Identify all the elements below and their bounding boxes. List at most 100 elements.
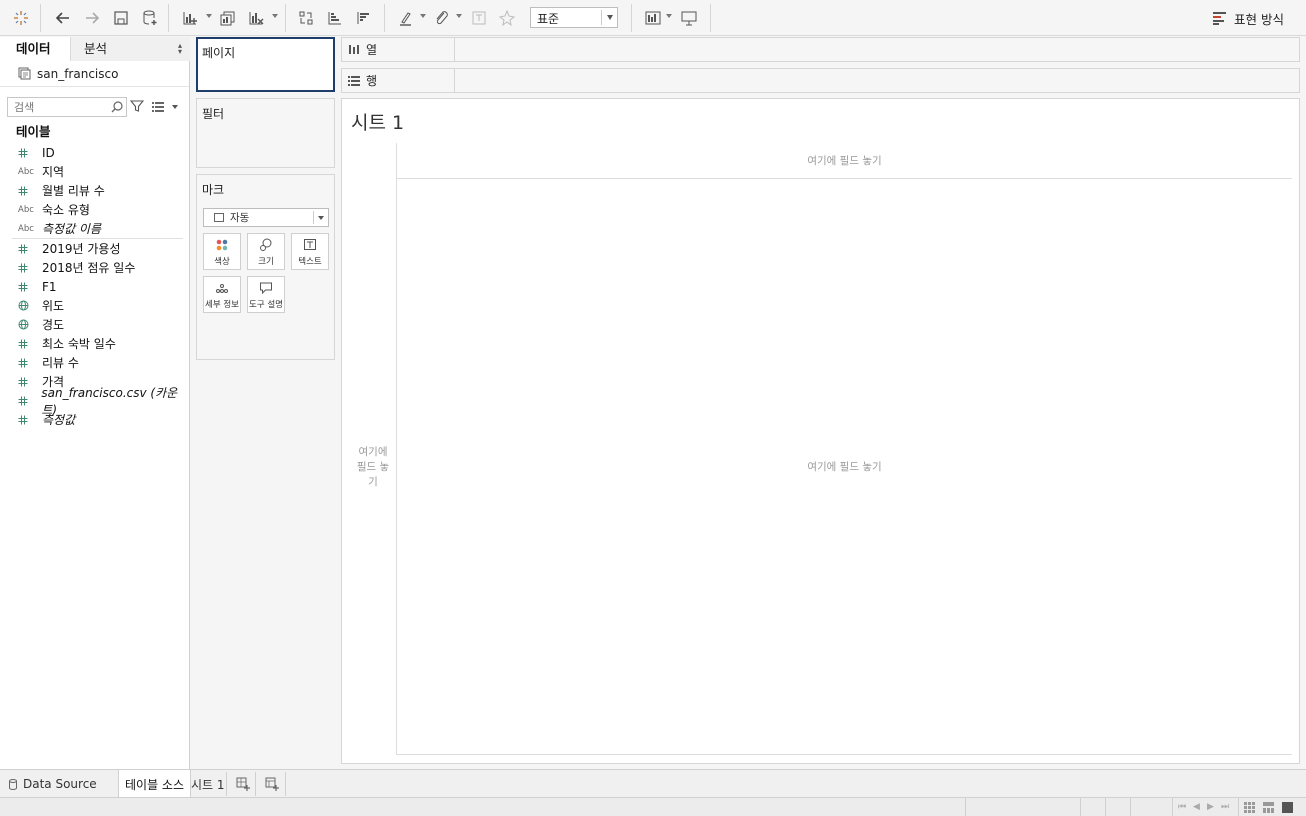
number-type-icon <box>0 148 42 158</box>
pages-shelf[interactable]: 페이지 <box>196 37 335 92</box>
tables-header: 테이블 <box>16 124 51 139</box>
filter-icon[interactable] <box>130 99 144 113</box>
tab-data[interactable]: 데이터 <box>0 37 70 61</box>
color-label: 색상 <box>214 257 230 267</box>
new-worksheet-icon <box>236 777 250 791</box>
redo-icon[interactable] <box>80 6 104 30</box>
show-me-label: 표현 방식 <box>1234 12 1284 27</box>
undo-icon[interactable] <box>51 6 75 30</box>
size-mark-button[interactable]: 크기 <box>247 233 285 270</box>
text-mark-button[interactable]: 텍스트 <box>291 233 329 270</box>
fit-select-value: 표준 <box>537 12 560 26</box>
detail-label: 세부 정보 <box>205 300 239 310</box>
new-dashboard-tab[interactable] <box>259 770 285 798</box>
show-cards-icon[interactable] <box>641 6 665 30</box>
new-datasource-icon[interactable] <box>138 6 162 30</box>
fit-select[interactable]: 표준 <box>530 7 618 28</box>
number-type-icon <box>0 358 42 368</box>
field-label: 위도 <box>42 299 65 313</box>
field-item[interactable]: 2019년 가용성 <box>0 239 189 258</box>
tab-sheet1-label: 시트 1 <box>191 777 225 792</box>
view-caret-icon[interactable] <box>172 105 178 109</box>
chevron-down-icon <box>607 15 613 20</box>
field-item[interactable]: Abc 숙소 유형 <box>0 200 189 219</box>
filmstrip-icon[interactable] <box>1263 802 1274 813</box>
globe-icon <box>0 319 42 330</box>
globe-icon <box>0 300 42 311</box>
number-type-icon <box>0 339 42 349</box>
field-item[interactable]: 측정값 <box>0 410 189 429</box>
tab-sheet1[interactable]: 시트 1 <box>185 770 231 798</box>
presentation-mode-icon[interactable] <box>677 6 701 30</box>
tooltip-mark-button[interactable]: 도구 설명 <box>247 276 285 313</box>
field-item[interactable]: F1 <box>0 277 189 296</box>
field-search-input[interactable] <box>7 97 127 117</box>
sort-arrows-icon: ▴ ▾ <box>177 41 182 56</box>
sort-descending-icon[interactable] <box>352 6 376 30</box>
field-item[interactable]: san_francisco.csv (카운트) <box>0 386 189 417</box>
field-item[interactable]: Abc 지역 <box>0 162 189 181</box>
sort-ascending-icon[interactable] <box>323 6 347 30</box>
tab-datasource-sheet[interactable]: 테이블 소스 <box>118 770 192 798</box>
field-item[interactable]: 월별 리뷰 수 <box>0 181 189 200</box>
highlight-icon[interactable] <box>394 6 418 30</box>
field-label: 2019년 가용성 <box>42 242 121 256</box>
field-label: 측정값 <box>42 413 76 427</box>
rows-shelf[interactable]: 행 <box>341 68 1300 93</box>
next-sheet-icon[interactable]: ▶ <box>1207 802 1214 812</box>
tab-analysis[interactable]: 분석 ▴ ▾ <box>70 37 190 61</box>
columns-label: 열 <box>366 43 378 57</box>
list-view-icon[interactable] <box>151 100 165 114</box>
clear-sheet-icon[interactable] <box>244 6 268 30</box>
save-icon[interactable] <box>109 6 133 30</box>
mark-type-dropdown[interactable]: 자동 <box>203 208 329 227</box>
string-type-icon: Abc <box>18 204 34 215</box>
last-sheet-icon[interactable]: ⏭ <box>1221 802 1229 812</box>
field-item[interactable]: 위도 <box>0 296 189 315</box>
color-mark-button[interactable]: 색상 <box>203 233 241 270</box>
detail-mark-button[interactable]: 세부 정보 <box>203 276 241 313</box>
sheet-tabs-bar: Data Source 테이블 소스 시트 1 <box>0 769 1306 798</box>
field-item[interactable]: ID <box>0 143 189 162</box>
prev-sheet-icon[interactable]: ◀ <box>1193 802 1200 812</box>
drop-field-main-zone[interactable]: 여기에 필드 놓기 <box>397 179 1292 755</box>
sheet-title[interactable]: 시트 1 <box>351 108 404 135</box>
pages-shelf-title: 페이지 <box>202 46 236 60</box>
chevron-down-icon <box>318 216 324 220</box>
first-sheet-icon[interactable]: ⏮ <box>1178 802 1186 812</box>
field-label: 측정값 이름 <box>42 222 102 236</box>
tab-data-source[interactable]: Data Source <box>2 770 103 798</box>
field-item[interactable]: Abc 측정값 이름 <box>0 219 189 238</box>
field-label: 숙소 유형 <box>42 203 90 217</box>
field-item[interactable]: 2018년 점유 일수 <box>0 258 189 277</box>
fix-axes-icon[interactable] <box>495 6 519 30</box>
tabs-view-icon[interactable] <box>1282 802 1293 813</box>
string-type-icon: Abc <box>18 166 34 177</box>
group-members-icon[interactable] <box>430 6 454 30</box>
columns-shelf[interactable]: 열 <box>341 37 1300 62</box>
detail-icon <box>216 284 228 293</box>
drop-field-columns-zone[interactable]: 여기에 필드 놓기 <box>396 143 1292 179</box>
filters-shelf[interactable]: 필터 <box>196 98 335 168</box>
field-label: F1 <box>42 279 57 294</box>
field-item[interactable]: 경도 <box>0 315 189 334</box>
marks-card: 마크 자동 색상 크기 텍스트 세부 정보 도구 설명 <box>196 174 335 360</box>
new-dashboard-icon <box>265 777 279 791</box>
show-me-button[interactable]: 표현 방식 <box>1213 9 1284 28</box>
field-item[interactable]: 최소 숙박 일수 <box>0 334 189 353</box>
field-item[interactable]: 리뷰 수 <box>0 353 189 372</box>
new-worksheet-tab[interactable] <box>230 770 256 798</box>
square-mark-icon <box>214 213 224 222</box>
data-pane: 데이터 분석 ▴▾ san_francisco 테이블 ID Abc 지역월별 리뷰… <box>0 37 190 769</box>
new-worksheet-icon[interactable] <box>178 6 202 30</box>
drop-field-main-label: 여기에 필드 놓기 <box>807 461 882 473</box>
datasource-item[interactable]: san_francisco <box>0 61 189 87</box>
swap-rows-columns-icon[interactable] <box>294 6 318 30</box>
field-label: 2018년 점유 일수 <box>42 261 136 275</box>
duplicate-sheet-icon[interactable] <box>216 6 240 30</box>
tableau-logo-icon[interactable] <box>9 6 33 30</box>
show-mark-labels-icon[interactable] <box>467 6 491 30</box>
drop-field-rows-zone[interactable]: 여기에 필드 놓기 <box>350 179 397 755</box>
tab-analysis-label: 분석 <box>84 41 108 56</box>
sheet-sorter-icon[interactable] <box>1244 802 1255 813</box>
